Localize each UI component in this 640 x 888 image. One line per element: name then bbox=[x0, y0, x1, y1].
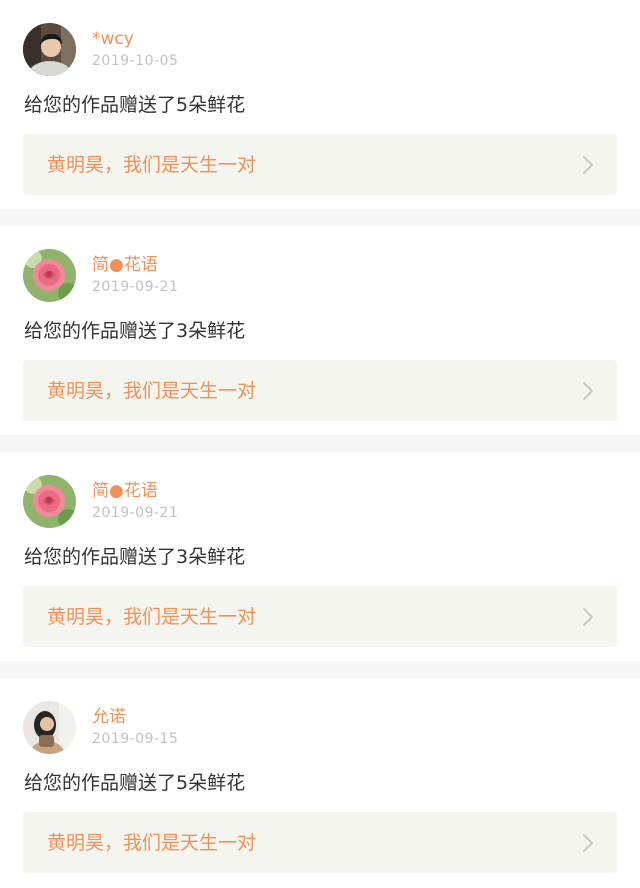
gift-message: 给您的作品赠送了3朵鲜花 bbox=[24, 320, 246, 342]
user-name[interactable]: 简●花语 bbox=[92, 480, 158, 502]
work-link[interactable]: 黄明昊，我们是天生一对 bbox=[23, 586, 617, 647]
date: 2019-09-21 bbox=[92, 505, 179, 521]
avatar[interactable] bbox=[23, 249, 76, 302]
boy-portrait-icon bbox=[23, 23, 76, 76]
pink-rose-icon bbox=[23, 475, 76, 528]
notification-card: 简●花语 2019-09-21 给您的作品赠送了3朵鲜花 黄明昊，我们是天生一对 bbox=[0, 452, 640, 678]
gift-message: 给您的作品赠送了5朵鲜花 bbox=[24, 94, 246, 116]
avatar[interactable] bbox=[23, 23, 76, 76]
work-title: 黄明昊，我们是天生一对 bbox=[47, 154, 257, 176]
user-name[interactable]: 简●花语 bbox=[92, 254, 158, 276]
chevron-right-icon bbox=[581, 154, 595, 176]
work-link[interactable]: 黄明昊，我们是天生一对 bbox=[23, 360, 617, 421]
work-title: 黄明昊，我们是天生一对 bbox=[47, 380, 257, 402]
notification-feed: *wcy 2019-10-05 给您的作品赠送了5朵鲜花 黄明昊，我们是天生一对… bbox=[0, 0, 640, 887]
user-name[interactable]: 允诺 bbox=[92, 706, 126, 728]
gift-message: 给您的作品赠送了5朵鲜花 bbox=[24, 772, 246, 794]
date: 2019-09-21 bbox=[92, 279, 179, 295]
notification-card: *wcy 2019-10-05 给您的作品赠送了5朵鲜花 黄明昊，我们是天生一对 bbox=[0, 0, 640, 226]
girl-portrait-icon bbox=[23, 701, 76, 754]
avatar[interactable] bbox=[23, 701, 76, 754]
user-name[interactable]: *wcy bbox=[92, 28, 134, 50]
chevron-right-icon bbox=[581, 380, 595, 402]
notification-card: 允诺 2019-09-15 给您的作品赠送了5朵鲜花 黄明昊，我们是天生一对 bbox=[0, 678, 640, 887]
date: 2019-10-05 bbox=[92, 53, 179, 69]
work-link[interactable]: 黄明昊，我们是天生一对 bbox=[23, 812, 617, 873]
work-link[interactable]: 黄明昊，我们是天生一对 bbox=[23, 134, 617, 195]
work-title: 黄明昊，我们是天生一对 bbox=[47, 606, 257, 628]
pink-rose-icon bbox=[23, 249, 76, 302]
gift-message: 给您的作品赠送了3朵鲜花 bbox=[24, 546, 246, 568]
notification-card: 简●花语 2019-09-21 给您的作品赠送了3朵鲜花 黄明昊，我们是天生一对 bbox=[0, 226, 640, 452]
work-title: 黄明昊，我们是天生一对 bbox=[47, 832, 257, 854]
date: 2019-09-15 bbox=[92, 731, 179, 747]
chevron-right-icon bbox=[581, 606, 595, 628]
avatar[interactable] bbox=[23, 475, 76, 528]
chevron-right-icon bbox=[581, 832, 595, 854]
